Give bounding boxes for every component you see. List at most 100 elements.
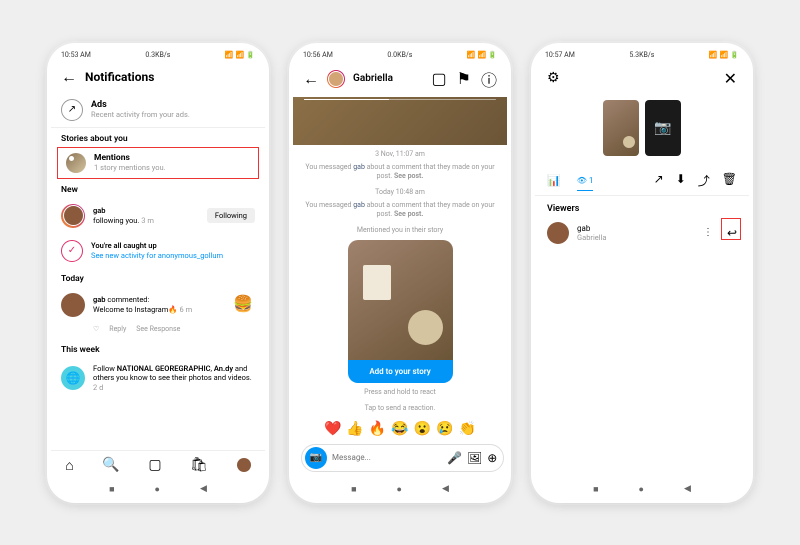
viewers-heading: Viewers — [535, 196, 749, 218]
more-icon[interactable]: ⋮ — [703, 227, 713, 238]
story-thumbs: 📷 — [535, 96, 749, 166]
heart-emoji[interactable]: ❤️ — [324, 421, 341, 437]
story-thumb[interactable] — [603, 100, 639, 156]
see-response-link[interactable]: See Response — [136, 325, 180, 333]
share-icon[interactable]: ⤴ — [698, 172, 710, 189]
trash-icon[interactable]: 🗑 — [722, 172, 737, 189]
suggestion-text: Follow NATIONAL GEOREGRAPHIC, An.dy and … — [93, 364, 255, 393]
phone-notifications: 10:53 AM 0.3KB/s 📶📶🔋 ← Notifications ↗ A… — [47, 43, 269, 503]
sad-emoji[interactable]: 😢 — [436, 421, 453, 437]
trend-icon: ↗ — [61, 99, 83, 121]
timestamp: Today 10:48 am — [293, 183, 507, 199]
comment-row[interactable]: gab commented:Welcome to Instagram🔥 6 m … — [51, 287, 265, 323]
viewer-count[interactable]: 👁 1 — [577, 176, 594, 191]
chat-name[interactable]: Gabriella — [353, 73, 393, 84]
nav-square[interactable]: ■ — [593, 484, 598, 495]
clap-emoji[interactable]: 👏 — [459, 421, 476, 437]
profile-icon[interactable] — [237, 458, 251, 472]
close-icon[interactable]: ✕ — [724, 69, 737, 88]
nav-square[interactable]: ■ — [351, 484, 356, 495]
system-msg: You messaged gab about a comment that th… — [293, 199, 507, 221]
section-new: New — [51, 179, 265, 198]
tap-hint: Tap to send a reaction. — [293, 399, 507, 415]
story-card[interactable]: Add to your story — [348, 240, 453, 383]
nav-back[interactable]: ◀ — [200, 484, 207, 495]
mentions-sub: 1 story mentions you. — [94, 163, 166, 172]
chat-header: ← Gabriella ▢ ⚑ ⓘ — [293, 61, 507, 97]
suggestion-row[interactable]: 🌐 Follow NATIONAL GEOREGRAPHIC, An.dy an… — [51, 358, 265, 399]
avatar[interactable] — [327, 70, 345, 88]
nav-circle[interactable]: ● — [155, 484, 160, 495]
nav-circle[interactable]: ● — [639, 484, 644, 495]
thumbs-emoji[interactable]: 👍 — [346, 421, 363, 437]
reply-link[interactable]: Reply — [109, 325, 126, 333]
viewer-row[interactable]: gabGabriella ⋮ ↩ — [535, 218, 749, 248]
wow-emoji[interactable]: 😮 — [414, 421, 431, 437]
viewer-tabs: 📊 👁 1 ↗ ⬇ ⤴ 🗑 — [535, 166, 749, 196]
nav-circle[interactable]: ● — [397, 484, 402, 495]
nav-square[interactable]: ■ — [109, 484, 114, 495]
download-icon[interactable]: ⬇ — [676, 172, 686, 189]
new-story-thumb[interactable]: 📷 — [645, 100, 681, 156]
comment-actions: ♡ Reply See Response — [51, 323, 265, 339]
follower-row[interactable]: gabfollowing you. 3 m Following — [51, 198, 265, 234]
status-icons: 📶📶🔋 — [225, 51, 255, 59]
message-bar: 📷 🎤 🖼 ⊕ — [293, 439, 507, 477]
nav-back[interactable]: ◀ — [684, 484, 691, 495]
back-icon[interactable]: ← — [61, 67, 77, 87]
activity-icon[interactable]: ↗ — [654, 172, 664, 189]
flag-icon[interactable]: ⚑ — [457, 69, 471, 88]
viewer-sub: Gabriella — [577, 233, 695, 242]
android-nav: ■ ● ◀ — [293, 480, 507, 499]
search-icon[interactable]: 🔍 — [102, 457, 119, 473]
caught-link[interactable]: See new activity for anonymous_gollum — [91, 251, 223, 260]
globe-icon: 🌐 — [61, 366, 85, 390]
avatar — [61, 293, 85, 317]
follow-time: 3 m — [141, 216, 154, 225]
caught-up-row: ✓ You're all caught upSee new activity f… — [51, 234, 265, 268]
sticker-icon[interactable]: ⊕ — [487, 451, 497, 465]
system-msg: You messaged gab about a comment that th… — [293, 161, 507, 183]
android-nav: ■ ● ◀ — [535, 480, 749, 499]
comment-action: commented: — [107, 295, 149, 304]
nav-back[interactable]: ◀ — [442, 484, 449, 495]
status-data: 0.3KB/s — [145, 51, 170, 59]
ads-row[interactable]: ↗ AdsRecent activity from your ads. — [51, 93, 265, 128]
commenter: gab — [93, 295, 106, 304]
android-nav: ■ ● ◀ — [51, 480, 265, 499]
add-to-story-button[interactable]: Add to your story — [348, 360, 453, 383]
message-input[interactable] — [332, 453, 442, 462]
check-icon: ✓ — [61, 240, 83, 262]
story-image — [348, 240, 453, 360]
burger-icon: 🍔 — [233, 294, 255, 316]
home-icon[interactable]: ⌂ — [65, 457, 73, 474]
insights-icon[interactable]: 📊 — [547, 174, 561, 187]
status-data: 0.0KB/s — [387, 51, 412, 59]
following-button[interactable]: Following — [207, 208, 255, 223]
bottom-nav: ⌂ 🔍 ▢ 🛍 — [51, 450, 265, 480]
mic-icon[interactable]: 🎤 — [447, 451, 462, 465]
laugh-emoji[interactable]: 😂 — [391, 421, 408, 437]
gallery-icon[interactable]: 🖼 — [467, 451, 482, 465]
info-icon[interactable]: ⓘ — [481, 67, 497, 91]
back-icon[interactable]: ← — [303, 69, 319, 89]
comment-body: Welcome to Instagram🔥 — [93, 305, 178, 314]
heart-icon[interactable]: ♡ — [93, 325, 99, 333]
status-time: 10:53 AM — [61, 51, 91, 59]
hold-hint: Press and hold to react — [293, 383, 507, 399]
shop-icon[interactable]: 🛍 — [190, 457, 208, 473]
avatar — [61, 204, 85, 228]
follow-action: following you. — [93, 216, 139, 225]
highlight-box — [721, 218, 741, 240]
story-thumb-icon — [66, 153, 86, 173]
status-bar: 10:53 AM 0.3KB/s 📶📶🔋 — [51, 47, 265, 61]
timestamp: 3 Nov, 11:07 am — [293, 145, 507, 161]
story-header[interactable] — [293, 97, 507, 145]
fire-emoji[interactable]: 🔥 — [369, 421, 386, 437]
gear-icon[interactable]: ⚙ — [547, 70, 560, 86]
video-icon[interactable]: ▢ — [432, 69, 447, 88]
mentions-row[interactable]: Mentions1 story mentions you. — [57, 147, 259, 179]
camera-icon[interactable]: 📷 — [305, 447, 327, 469]
reels-icon[interactable]: ▢ — [148, 457, 161, 473]
ads-title: Ads — [91, 100, 190, 110]
